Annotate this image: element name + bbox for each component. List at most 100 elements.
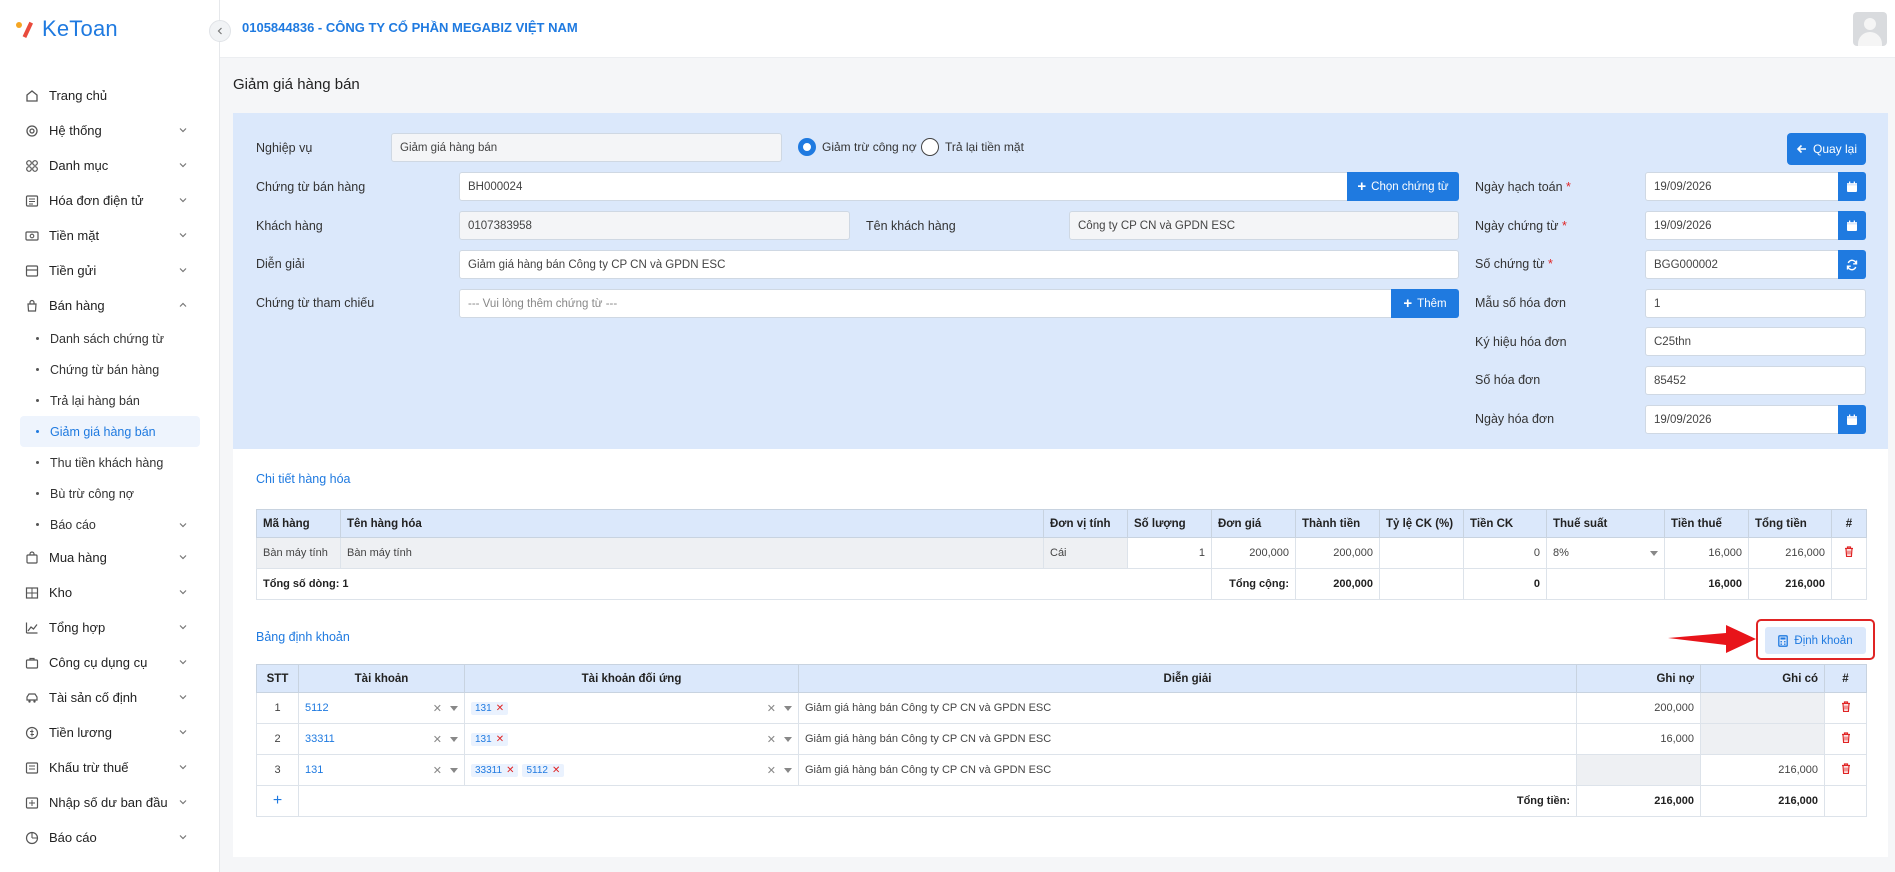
- cell-doi-ung-select[interactable]: 131 ✕ ✕: [464, 692, 799, 724]
- clear-icon[interactable]: ✕: [433, 734, 442, 746]
- goods-table: Mã hàng Tên hàng hóa Đơn vị tính Số lượn…: [256, 509, 1867, 600]
- sidebar-item-purchase[interactable]: Mua hàng: [0, 540, 220, 575]
- caret-down-icon[interactable]: [784, 736, 792, 743]
- cell-don-gia[interactable]: 200,000: [1211, 537, 1296, 569]
- ngay-chung-tu-field[interactable]: 19/09/2026: [1645, 211, 1839, 240]
- ten-khach-hang-field[interactable]: Công ty CP CN và GPDN ESC: [1069, 211, 1459, 240]
- sidebar-item-summary[interactable]: Tổng hợp: [0, 610, 220, 645]
- chon-chung-tu-button[interactable]: + Chọn chứng từ: [1347, 172, 1459, 201]
- sidebar-item-tax-deduction[interactable]: Khấu trừ thuế: [0, 750, 220, 785]
- sidebar-subitem-sales-return[interactable]: Trả lại hàng bán: [0, 385, 220, 416]
- chung-tu-tham-chieu-field[interactable]: --- Vui lòng thêm chứng từ ---: [459, 289, 1392, 318]
- cell-dien-giai[interactable]: Giảm giá hàng bán Công ty CP CN và GPDN …: [798, 723, 1577, 755]
- cell-thanh-tien[interactable]: 200,000: [1295, 537, 1380, 569]
- sidebar-item-catalog[interactable]: Danh mục: [0, 148, 220, 183]
- sidebar-subitem-customer-receipt[interactable]: Thu tiền khách hàng: [0, 447, 220, 478]
- remove-tag-icon[interactable]: ✕: [496, 734, 504, 745]
- clear-icon[interactable]: ✕: [433, 765, 442, 777]
- radio-giam-tru-cong-no[interactable]: Giảm trừ công nợ: [798, 138, 917, 156]
- clear-icon[interactable]: ✕: [767, 765, 776, 777]
- so-chung-tu-refresh-button[interactable]: [1838, 250, 1866, 279]
- so-chung-tu-field[interactable]: BGG000002: [1645, 250, 1839, 279]
- cell-tai-khoan-select[interactable]: 33311 ✕: [298, 723, 465, 755]
- caret-down-icon[interactable]: [450, 736, 458, 743]
- mau-so-hoa-don-field[interactable]: 1: [1645, 289, 1866, 318]
- sidebar-item-deposit[interactable]: Tiền gửi: [0, 253, 220, 288]
- caret-down-icon[interactable]: [784, 705, 792, 712]
- delete-row-button[interactable]: [1824, 754, 1867, 786]
- chung-tu-ban-hang-field[interactable]: BH000024: [459, 172, 1348, 201]
- caret-down-icon[interactable]: [450, 767, 458, 774]
- dinh-khoan-button[interactable]: Định khoản: [1765, 627, 1866, 654]
- logo[interactable]: KeToan: [16, 14, 118, 44]
- col-stt: STT: [256, 664, 299, 693]
- sidebar-subitem-report[interactable]: Báo cáo: [0, 509, 220, 540]
- cell-ghi-no[interactable]: 200,000: [1576, 692, 1701, 724]
- sidebar-item-e-invoice[interactable]: Hóa đơn điện tử: [0, 183, 220, 218]
- ngay-chung-tu-calendar-button[interactable]: [1838, 211, 1866, 240]
- avatar[interactable]: [1853, 12, 1887, 46]
- khach-hang-field[interactable]: 0107383958: [459, 211, 850, 240]
- clear-icon[interactable]: ✕: [767, 703, 776, 715]
- cell-tai-khoan-select[interactable]: 131 ✕: [298, 754, 465, 786]
- sidebar-item-opening-balance[interactable]: Nhập số dư ban đầu: [0, 785, 220, 820]
- them-button[interactable]: + Thêm: [1391, 289, 1459, 318]
- cell-tien-thue[interactable]: 16,000: [1664, 537, 1749, 569]
- cell-tong-tien[interactable]: 216,000: [1748, 537, 1832, 569]
- caret-down-icon[interactable]: [784, 767, 792, 774]
- sidebar-item-system[interactable]: Hệ thống: [0, 113, 220, 148]
- cell-doi-ung-select[interactable]: 131 ✕ ✕: [464, 723, 799, 755]
- sidebar-collapse-button[interactable]: [209, 20, 231, 42]
- sidebar-item-home[interactable]: Trang chủ: [0, 78, 220, 113]
- sidebar-subitem-document-list[interactable]: Danh sách chứng từ: [0, 323, 220, 354]
- cell-thue-suat-select[interactable]: 8%: [1546, 537, 1665, 569]
- delete-row-button[interactable]: [1831, 537, 1867, 569]
- sidebar-item-cash[interactable]: Tiền mặt: [0, 218, 220, 253]
- ky-hieu-hoa-don-field[interactable]: C25thn: [1645, 327, 1866, 356]
- chevron-down-icon: [179, 233, 187, 238]
- trash-icon: [1845, 546, 1853, 558]
- sidebar-subitem-sales-voucher[interactable]: Chứng từ bán hàng: [0, 354, 220, 385]
- sidebar-item-fixed-assets[interactable]: Tài sản cố định: [0, 680, 220, 715]
- delete-row-button[interactable]: [1824, 692, 1867, 724]
- clear-icon[interactable]: ✕: [433, 703, 442, 715]
- cell-tai-khoan-select[interactable]: 5112 ✕: [298, 692, 465, 724]
- cell-ty-le-ck[interactable]: [1379, 537, 1464, 569]
- sidebar-item-warehouse[interactable]: Kho: [0, 575, 220, 610]
- ngay-hach-toan-field[interactable]: 19/09/2026: [1645, 172, 1839, 201]
- cell-ten-hang[interactable]: Bàn máy tính: [340, 537, 1044, 569]
- ngay-hoa-don-calendar-button[interactable]: [1838, 405, 1866, 434]
- cell-so-luong[interactable]: 1: [1127, 537, 1212, 569]
- ngay-hoa-don-field[interactable]: 19/09/2026: [1645, 405, 1839, 434]
- cell-doi-ung-select[interactable]: 33311 ✕ 5112 ✕ ✕: [464, 754, 799, 786]
- cell-ghi-co[interactable]: 216,000: [1700, 754, 1825, 786]
- ledger-section-title: Bảng định khoản: [256, 630, 350, 644]
- sidebar-item-salary[interactable]: Tiền lương: [0, 715, 220, 750]
- ngay-hach-toan-calendar-button[interactable]: [1838, 172, 1866, 201]
- nghiep-vu-field[interactable]: Giảm giá hàng bán: [391, 133, 782, 162]
- sidebar-subitem-sales-discount[interactable]: Giảm giá hàng bán: [20, 416, 200, 447]
- cell-ghi-no[interactable]: 16,000: [1576, 723, 1701, 755]
- sidebar-item-label: Trang chủ: [49, 88, 108, 103]
- col-don-gia: Đơn giá: [1211, 509, 1296, 538]
- cell-dien-giai[interactable]: Giảm giá hàng bán Công ty CP CN và GPDN …: [798, 692, 1577, 724]
- dien-giai-field[interactable]: Giảm giá hàng bán Công ty CP CN và GPDN …: [459, 250, 1459, 279]
- cell-dien-giai[interactable]: Giảm giá hàng bán Công ty CP CN và GPDN …: [798, 754, 1577, 786]
- remove-tag-icon[interactable]: ✕: [506, 765, 514, 776]
- delete-row-button[interactable]: [1824, 723, 1867, 755]
- sidebar-item-report[interactable]: Báo cáo: [0, 820, 220, 855]
- cell-tien-ck[interactable]: 0: [1463, 537, 1547, 569]
- quay-lai-button[interactable]: Quay lại: [1787, 133, 1866, 165]
- so-hoa-don-field[interactable]: 85452: [1645, 366, 1866, 395]
- sidebar-item-sales[interactable]: Bán hàng: [0, 288, 220, 323]
- clear-icon[interactable]: ✕: [767, 734, 776, 746]
- cell-ma-hang[interactable]: Bàn máy tính: [256, 537, 341, 569]
- remove-tag-icon[interactable]: ✕: [552, 765, 560, 776]
- cell-dvt[interactable]: Cái: [1043, 537, 1128, 569]
- caret-down-icon[interactable]: [450, 705, 458, 712]
- radio-tra-lai-tien-mat[interactable]: Trả lại tiền mặt: [921, 138, 1024, 156]
- add-row-button[interactable]: +: [256, 785, 299, 817]
- sidebar-item-tools[interactable]: Công cụ dụng cụ: [0, 645, 220, 680]
- remove-tag-icon[interactable]: ✕: [496, 703, 504, 714]
- sidebar-subitem-debt-offset[interactable]: Bù trừ công nợ: [0, 478, 220, 509]
